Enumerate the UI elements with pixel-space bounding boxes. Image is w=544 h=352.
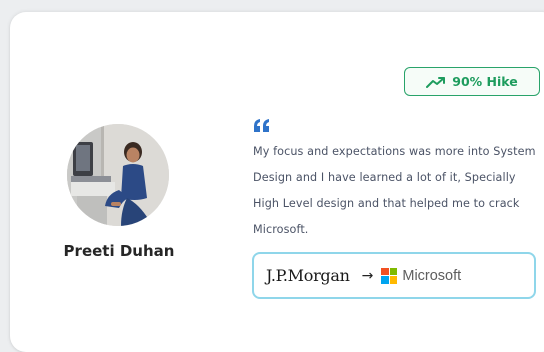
testimonial-text: My focus and expectations was more into …: [253, 145, 536, 236]
testimonial-card: 90% Hike Preeti Duhan My focus and expec…: [10, 12, 544, 352]
avatar: [67, 124, 169, 226]
person-name: Preeti Duhan: [63, 242, 175, 260]
to-company-logo: Microsoft: [402, 267, 462, 284]
trending-up-icon: [426, 76, 446, 88]
hike-badge-label: 90% Hike: [452, 74, 518, 89]
quote-icon: [253, 118, 271, 132]
profile-photo: [67, 124, 169, 226]
hike-badge: 90% Hike: [404, 67, 540, 96]
from-company-logo: J.P.Morgan: [266, 266, 350, 285]
microsoft-logo-icon: [381, 267, 398, 284]
arrow-right-icon: →: [361, 267, 374, 284]
career-transition: J.P.Morgan → Microsoft: [252, 252, 536, 299]
